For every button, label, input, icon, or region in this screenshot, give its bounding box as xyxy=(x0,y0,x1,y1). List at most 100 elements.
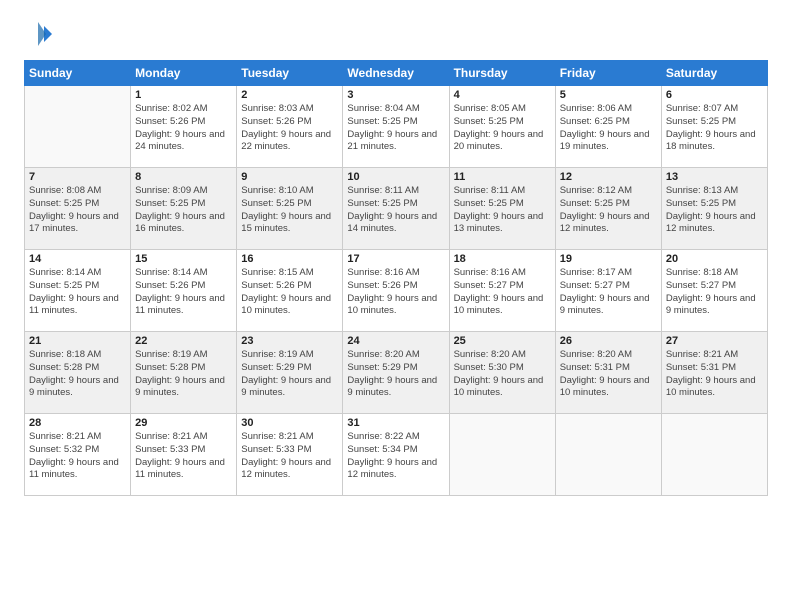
day-info: Sunrise: 8:21 AMSunset: 5:33 PMDaylight:… xyxy=(241,431,338,482)
day-info: Sunrise: 8:22 AMSunset: 5:34 PMDaylight:… xyxy=(347,431,444,482)
day-info: Sunrise: 8:07 AMSunset: 5:25 PMDaylight:… xyxy=(666,103,763,154)
day-number: 13 xyxy=(666,171,763,183)
day-info: Sunrise: 8:11 AMSunset: 5:25 PMDaylight:… xyxy=(454,185,551,236)
day-number: 26 xyxy=(560,335,657,347)
calendar-cell: 1Sunrise: 8:02 AMSunset: 5:26 PMDaylight… xyxy=(131,86,237,168)
day-info: Sunrise: 8:10 AMSunset: 5:25 PMDaylight:… xyxy=(241,185,338,236)
calendar-cell xyxy=(661,414,767,496)
day-info: Sunrise: 8:18 AMSunset: 5:28 PMDaylight:… xyxy=(29,349,126,400)
logo xyxy=(24,20,54,48)
day-header: Wednesday xyxy=(343,61,449,86)
day-info: Sunrise: 8:08 AMSunset: 5:25 PMDaylight:… xyxy=(29,185,126,236)
calendar-cell: 26 Sunrise: 8:20 AMSunset: 5:31 PMDayligh… xyxy=(555,332,661,414)
day-number: 3 xyxy=(347,89,444,101)
day-info: Sunrise: 8:16 AMSunset: 5:26 PMDaylight:… xyxy=(347,267,444,318)
calendar-cell: 28 Sunrise: 8:21 AMSunset: 5:32 PMDayligh… xyxy=(25,414,131,496)
day-number: 19 xyxy=(560,253,657,265)
day-number: 25 xyxy=(454,335,551,347)
day-number: 27 xyxy=(666,335,763,347)
day-number: 28 xyxy=(29,417,126,429)
day-info: Sunrise: 8:14 AMSunset: 5:26 PMDaylight:… xyxy=(135,267,232,318)
page: SundayMondayTuesdayWednesdayThursdayFrid… xyxy=(0,0,792,612)
calendar-cell: 7 Sunrise: 8:08 AMSunset: 5:25 PMDaylight… xyxy=(25,168,131,250)
calendar-cell xyxy=(555,414,661,496)
day-info: Sunrise: 8:15 AMSunset: 5:26 PMDaylight:… xyxy=(241,267,338,318)
day-info: Sunrise: 8:04 AMSunset: 5:25 PMDaylight:… xyxy=(347,103,444,154)
day-info: Sunrise: 8:21 AMSunset: 5:32 PMDaylight:… xyxy=(29,431,126,482)
day-info: Sunrise: 8:02 AMSunset: 5:26 PMDaylight:… xyxy=(135,103,232,154)
calendar-cell: 8 Sunrise: 8:09 AMSunset: 5:25 PMDaylight… xyxy=(131,168,237,250)
day-header: Monday xyxy=(131,61,237,86)
day-info: Sunrise: 8:06 AMSunset: 6:25 PMDaylight:… xyxy=(560,103,657,154)
calendar-cell: 5 Sunrise: 8:06 AMSunset: 6:25 PMDaylight… xyxy=(555,86,661,168)
calendar-cell: 15 Sunrise: 8:14 AMSunset: 5:26 PMDayligh… xyxy=(131,250,237,332)
day-header: Saturday xyxy=(661,61,767,86)
calendar-cell: 18 Sunrise: 8:16 AMSunset: 5:27 PMDayligh… xyxy=(449,250,555,332)
day-number: 11 xyxy=(454,171,551,183)
day-number: 29 xyxy=(135,417,232,429)
calendar-cell: 17 Sunrise: 8:16 AMSunset: 5:26 PMDayligh… xyxy=(343,250,449,332)
day-number: 14 xyxy=(29,253,126,265)
day-number: 30 xyxy=(241,417,338,429)
day-info: Sunrise: 8:20 AMSunset: 5:29 PMDaylight:… xyxy=(347,349,444,400)
day-info: Sunrise: 8:18 AMSunset: 5:27 PMDaylight:… xyxy=(666,267,763,318)
calendar-cell: 22 Sunrise: 8:19 AMSunset: 5:28 PMDayligh… xyxy=(131,332,237,414)
calendar-cell: 12 Sunrise: 8:12 AMSunset: 5:25 PMDayligh… xyxy=(555,168,661,250)
header xyxy=(24,20,768,48)
calendar-cell: 14 Sunrise: 8:14 AMSunset: 5:25 PMDayligh… xyxy=(25,250,131,332)
calendar-cell: 19 Sunrise: 8:17 AMSunset: 5:27 PMDayligh… xyxy=(555,250,661,332)
day-header: Sunday xyxy=(25,61,131,86)
day-number: 5 xyxy=(560,89,657,101)
day-info: Sunrise: 8:19 AMSunset: 5:29 PMDaylight:… xyxy=(241,349,338,400)
calendar-cell: 23 Sunrise: 8:19 AMSunset: 5:29 PMDayligh… xyxy=(237,332,343,414)
day-number: 12 xyxy=(560,171,657,183)
calendar-cell: 4Sunrise: 8:05 AMSunset: 5:25 PMDaylight… xyxy=(449,86,555,168)
calendar-cell: 24 Sunrise: 8:20 AMSunset: 5:29 PMDayligh… xyxy=(343,332,449,414)
calendar-cell: 13 Sunrise: 8:13 AMSunset: 5:25 PMDayligh… xyxy=(661,168,767,250)
day-number: 7 xyxy=(29,171,126,183)
day-number: 18 xyxy=(454,253,551,265)
day-number: 15 xyxy=(135,253,232,265)
day-number: 16 xyxy=(241,253,338,265)
calendar-cell: 2Sunrise: 8:03 AMSunset: 5:26 PMDaylight… xyxy=(237,86,343,168)
calendar: SundayMondayTuesdayWednesdayThursdayFrid… xyxy=(24,60,768,496)
day-number: 20 xyxy=(666,253,763,265)
calendar-cell: 11 Sunrise: 8:11 AMSunset: 5:25 PMDayligh… xyxy=(449,168,555,250)
day-header: Tuesday xyxy=(237,61,343,86)
day-info: Sunrise: 8:14 AMSunset: 5:25 PMDaylight:… xyxy=(29,267,126,318)
day-info: Sunrise: 8:21 AMSunset: 5:31 PMDaylight:… xyxy=(666,349,763,400)
day-info: Sunrise: 8:13 AMSunset: 5:25 PMDaylight:… xyxy=(666,185,763,236)
calendar-cell: 25 Sunrise: 8:20 AMSunset: 5:30 PMDayligh… xyxy=(449,332,555,414)
day-info: Sunrise: 8:11 AMSunset: 5:25 PMDaylight:… xyxy=(347,185,444,236)
day-number: 24 xyxy=(347,335,444,347)
day-number: 6 xyxy=(666,89,763,101)
day-info: Sunrise: 8:20 AMSunset: 5:31 PMDaylight:… xyxy=(560,349,657,400)
calendar-cell: 31 Sunrise: 8:22 AMSunset: 5:34 PMDayligh… xyxy=(343,414,449,496)
calendar-cell: 29Sunrise: 8:21 AMSunset: 5:33 PMDayligh… xyxy=(131,414,237,496)
calendar-cell: 30 Sunrise: 8:21 AMSunset: 5:33 PMDayligh… xyxy=(237,414,343,496)
calendar-cell: 6 Sunrise: 8:07 AMSunset: 5:25 PMDaylight… xyxy=(661,86,767,168)
day-info: Sunrise: 8:12 AMSunset: 5:25 PMDaylight:… xyxy=(560,185,657,236)
day-info: Sunrise: 8:19 AMSunset: 5:28 PMDaylight:… xyxy=(135,349,232,400)
day-number: 23 xyxy=(241,335,338,347)
calendar-cell: 27 Sunrise: 8:21 AMSunset: 5:31 PMDayligh… xyxy=(661,332,767,414)
calendar-cell: 20 Sunrise: 8:18 AMSunset: 5:27 PMDayligh… xyxy=(661,250,767,332)
day-number: 9 xyxy=(241,171,338,183)
day-number: 31 xyxy=(347,417,444,429)
day-info: Sunrise: 8:20 AMSunset: 5:30 PMDaylight:… xyxy=(454,349,551,400)
day-info: Sunrise: 8:09 AMSunset: 5:25 PMDaylight:… xyxy=(135,185,232,236)
day-info: Sunrise: 8:17 AMSunset: 5:27 PMDaylight:… xyxy=(560,267,657,318)
day-info: Sunrise: 8:03 AMSunset: 5:26 PMDaylight:… xyxy=(241,103,338,154)
logo-icon xyxy=(24,20,52,48)
day-number: 10 xyxy=(347,171,444,183)
day-number: 4 xyxy=(454,89,551,101)
calendar-cell: 21 Sunrise: 8:18 AMSunset: 5:28 PMDayligh… xyxy=(25,332,131,414)
day-number: 17 xyxy=(347,253,444,265)
calendar-cell xyxy=(449,414,555,496)
day-info: Sunrise: 8:16 AMSunset: 5:27 PMDaylight:… xyxy=(454,267,551,318)
day-number: 8 xyxy=(135,171,232,183)
calendar-cell: 3 Sunrise: 8:04 AMSunset: 5:25 PMDaylight… xyxy=(343,86,449,168)
day-number: 21 xyxy=(29,335,126,347)
day-number: 22 xyxy=(135,335,232,347)
calendar-cell: 16 Sunrise: 8:15 AMSunset: 5:26 PMDayligh… xyxy=(237,250,343,332)
